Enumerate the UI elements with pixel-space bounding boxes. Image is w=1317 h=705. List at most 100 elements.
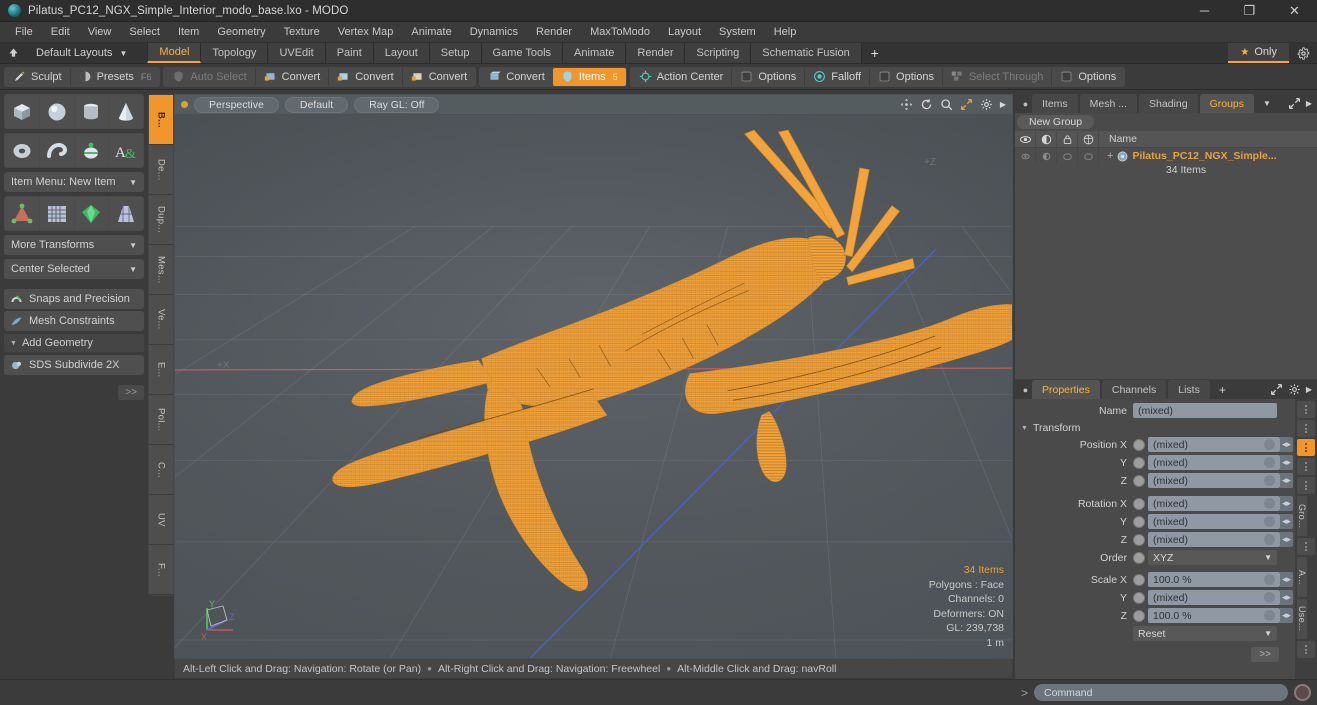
properties-more-button[interactable]: >> (1251, 647, 1279, 662)
position-z-input[interactable]: (mixed) (1148, 473, 1280, 488)
render-icon[interactable] (1036, 131, 1057, 147)
minimize-button[interactable]: ─ (1182, 0, 1227, 21)
more-transforms-dropdown[interactable]: More Transforms ▼ (4, 235, 144, 255)
vtab-curve[interactable]: C... (149, 445, 173, 495)
scale-y-stepper[interactable]: ◂▸ (1280, 590, 1293, 605)
home-layout-icon[interactable] (0, 46, 26, 60)
panel-menu-icon[interactable]: ● (1019, 380, 1032, 399)
chevron-right-icon[interactable]: ▶ (1000, 100, 1006, 109)
tab-shading[interactable]: Shading (1139, 94, 1198, 113)
chip-assembly[interactable]: A... (1297, 557, 1307, 597)
layout-tab-scripting[interactable]: Scripting (685, 43, 752, 63)
menu-edit[interactable]: Edit (42, 24, 79, 40)
position-x-input[interactable]: (mixed) (1148, 437, 1280, 452)
row-wireframe-toggle[interactable] (1078, 148, 1099, 164)
expand-icon[interactable]: + (1107, 150, 1113, 162)
tab-items[interactable]: Items (1032, 94, 1078, 113)
chip-7[interactable] (1297, 538, 1315, 555)
add-properties-tab-button[interactable]: + (1212, 380, 1233, 399)
tube-primitive-button[interactable] (39, 134, 74, 167)
item-menu-dropdown[interactable]: Item Menu: New Item ▼ (4, 172, 144, 192)
gear-icon[interactable] (980, 98, 993, 111)
layout-tab-game-tools[interactable]: Game Tools (481, 43, 564, 63)
lock-icon[interactable] (1057, 131, 1078, 147)
chevron-right-icon[interactable]: ▶ (1306, 385, 1312, 394)
pan-icon[interactable] (900, 98, 913, 111)
vtab-edge[interactable]: E... (149, 345, 173, 395)
gem-button[interactable] (74, 197, 109, 230)
panel-menu-icon[interactable]: ● (1019, 94, 1032, 113)
scale-z-stepper[interactable]: ◂▸ (1280, 608, 1293, 623)
transform-section-header[interactable]: ▼ Transform (1015, 420, 1293, 436)
action-center-options-button[interactable]: Options (731, 67, 804, 86)
chevron-right-icon[interactable]: ▶ (1306, 99, 1312, 108)
vtab-deform[interactable]: De... (149, 145, 173, 195)
menu-select[interactable]: Select (120, 24, 169, 40)
expand-icon[interactable] (1270, 383, 1283, 396)
only-toggle[interactable]: ★ Only (1228, 43, 1289, 63)
menu-vertex-map[interactable]: Vertex Map (329, 24, 403, 40)
menu-maxtomodo[interactable]: MaxToModo (581, 24, 659, 40)
layout-tab-layout[interactable]: Layout (373, 43, 430, 63)
scale-x-stepper[interactable]: ◂▸ (1280, 572, 1293, 587)
table-row[interactable]: + Pilatus_PC12_NGX_Simple... (1015, 148, 1317, 164)
viewport-shading-selector[interactable]: Default (284, 96, 349, 113)
gear-icon[interactable] (1289, 43, 1317, 63)
scale-y-input[interactable]: (mixed) (1148, 590, 1280, 605)
rotation-z-stepper[interactable]: ◂▸ (1280, 532, 1293, 547)
chip-5[interactable] (1297, 477, 1315, 494)
chevron-down-icon[interactable]: ▼ (1256, 94, 1278, 113)
maximize-button[interactable]: ❐ (1227, 0, 1272, 21)
presets-button[interactable]: Presets F6 (69, 67, 160, 86)
position-y-stepper[interactable]: ◂▸ (1280, 455, 1293, 470)
rotation-y-channel-knob[interactable] (1133, 515, 1145, 528)
auto-select-button[interactable]: Auto Select (164, 68, 254, 86)
layout-tab-model[interactable]: Model (147, 43, 202, 63)
scale-x-input[interactable]: 100.0 % (1148, 572, 1280, 587)
menu-help[interactable]: Help (765, 24, 806, 40)
vtab-vertex[interactable]: Ve... (149, 295, 173, 345)
row-lock-toggle[interactable] (1057, 148, 1078, 164)
menu-geometry[interactable]: Geometry (208, 24, 274, 40)
command-input[interactable]: Command (1034, 684, 1288, 701)
scale-z-channel-knob[interactable] (1133, 609, 1145, 622)
record-icon[interactable] (1294, 684, 1311, 701)
tab-mesh[interactable]: Mesh ... (1079, 94, 1138, 113)
menu-system[interactable]: System (710, 24, 765, 40)
convert-item-button[interactable]: Convert (480, 68, 553, 86)
falloff-options-button[interactable]: Options (869, 67, 942, 86)
menu-animate[interactable]: Animate (402, 24, 460, 40)
select-through-button[interactable]: Select Through (941, 67, 1051, 86)
add-geometry-section[interactable]: ▼ Add Geometry (4, 334, 144, 352)
rotation-y-input[interactable]: (mixed) (1148, 514, 1280, 529)
chip-4[interactable] (1297, 458, 1315, 475)
scale-x-channel-knob[interactable] (1133, 573, 1145, 586)
text-primitive-button[interactable]: A & (109, 134, 143, 167)
position-z-channel-knob[interactable] (1133, 474, 1145, 487)
vtab-duplicate[interactable]: Dup... (149, 195, 173, 245)
layout-tab-uvedit[interactable]: UVEdit (268, 43, 326, 63)
vtab-basic[interactable]: B... (149, 95, 173, 145)
teapot-primitive-button[interactable] (74, 134, 109, 167)
reset-dropdown[interactable]: Reset ▼ (1133, 626, 1277, 641)
chip-1[interactable] (1297, 401, 1315, 418)
new-group-button[interactable]: New Group (1017, 115, 1095, 129)
mesh-constraints-button[interactable]: Mesh Constraints (4, 311, 144, 331)
convert-edge-button[interactable]: Convert (328, 67, 402, 86)
action-center-button[interactable]: Action Center (631, 68, 732, 86)
close-button[interactable]: ✕ (1272, 0, 1317, 21)
list-item[interactable]: + Pilatus_PC12_NGX_Simple... (1099, 150, 1277, 163)
wireframe-icon[interactable] (1078, 131, 1099, 147)
viewport-3d-canvas[interactable]: +Z +X X Y Z 34 Items Polygons: Face Cha… (174, 114, 1013, 659)
layout-tab-topology[interactable]: Topology (201, 43, 269, 63)
layout-tab-schematic-fusion[interactable]: Schematic Fusion (751, 43, 862, 63)
select-through-options-button[interactable]: Options (1051, 67, 1124, 86)
center-selected-dropdown[interactable]: Center Selected ▼ (4, 259, 144, 279)
aircraft-mesh[interactable] (175, 115, 1012, 658)
vtab-fusion[interactable]: F... (149, 545, 173, 595)
position-y-input[interactable]: (mixed) (1148, 455, 1280, 470)
rotation-x-input[interactable]: (mixed) (1148, 496, 1280, 511)
add-layout-button[interactable]: + (862, 45, 888, 61)
sculpt-button[interactable]: Sculpt (5, 68, 70, 86)
cylinder-primitive-button[interactable] (74, 95, 109, 128)
